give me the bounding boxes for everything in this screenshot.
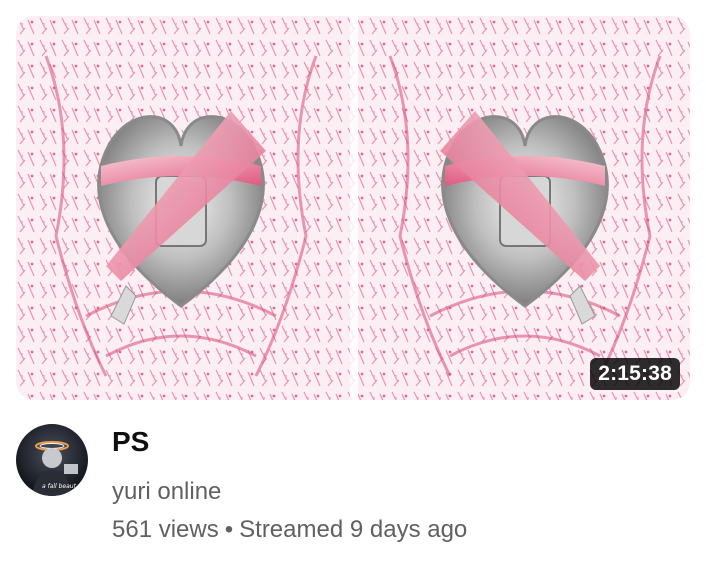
video-title[interactable]: PS [112, 424, 682, 460]
channel-name[interactable]: yuri online [112, 476, 682, 508]
video-card: 2:15:38 a fall beaut PS yuri online 561 … [0, 0, 706, 568]
stream-date: Streamed 9 days ago [239, 516, 468, 543]
avatar-image: a fall beaut [16, 424, 88, 496]
duration-badge: 2:15:38 [590, 358, 680, 390]
channel-avatar[interactable]: a fall beaut [16, 424, 88, 496]
video-stats: 561 views • Streamed 9 days ago [112, 514, 682, 546]
view-count: 561 views [112, 516, 219, 543]
svg-text:a fall beaut: a fall beaut [42, 483, 77, 490]
thumbnail-artwork [16, 16, 690, 400]
video-details: PS yuri online 561 views • Streamed 9 days… [112, 424, 682, 546]
separator-dot: • [224, 516, 234, 543]
video-thumbnail[interactable]: 2:15:38 [16, 16, 690, 400]
